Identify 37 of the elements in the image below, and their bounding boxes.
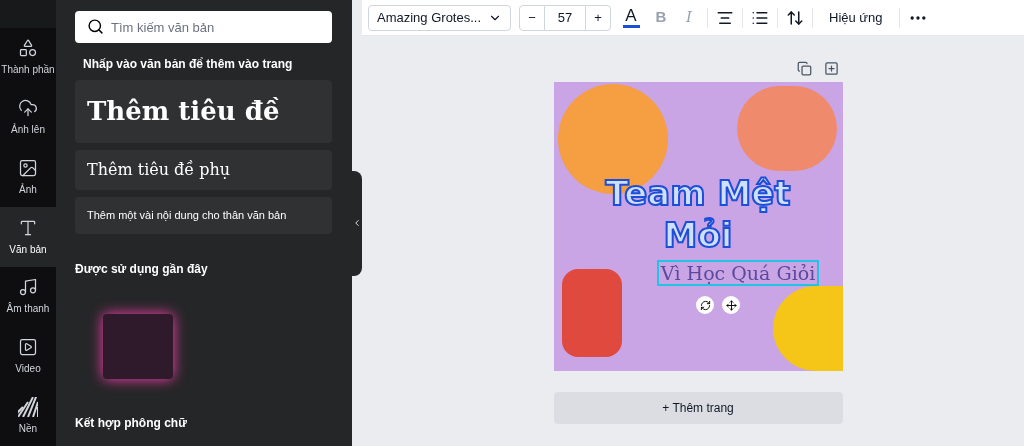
search-icon — [87, 18, 104, 35]
text-preset-button[interactable]: Thêm một vài nội dung cho thân văn bản — [75, 197, 332, 234]
font-size-field[interactable]: 57 — [545, 4, 585, 31]
rail-tab[interactable]: Văn bản — [0, 207, 56, 267]
decrease-button[interactable]: − — [519, 4, 545, 31]
section-heading: Kết hợp phông chữ — [75, 415, 188, 432]
section-heading: Được sử dụng gần đây — [75, 260, 209, 278]
add-page-icon[interactable] — [823, 61, 839, 76]
play-icon — [18, 336, 38, 357]
rail-tab[interactable]: Nền — [0, 386, 56, 446]
section-heading: Nhấp vào văn bản để thêm vào trang — [83, 56, 294, 73]
cloud-upload-icon — [18, 98, 38, 119]
effects-button[interactable]: Hiệu ứng — [821, 7, 891, 28]
rail-tab[interactable]: Ảnh lên — [0, 87, 56, 148]
chevron-left-icon — [352, 218, 362, 228]
add-page-button[interactable]: + Thêm trang — [553, 392, 843, 424]
image-icon — [18, 157, 38, 178]
shapes-icon — [18, 38, 38, 59]
collapse-handle[interactable] — [352, 170, 362, 276]
rail-tab[interactable]: Video — [0, 326, 56, 387]
increase-button[interactable]: + — [585, 4, 611, 31]
rail-tab[interactable]: Thành phần — [0, 28, 56, 88]
search-field[interactable]: Tìm kiếm văn bản — [75, 11, 332, 43]
text-color-button[interactable]: A — [619, 7, 643, 28]
rotate-icon — [699, 299, 711, 311]
music-note-icon — [18, 277, 38, 298]
move-handle[interactable] — [722, 296, 740, 314]
duplicate-page-icon[interactable] — [796, 61, 812, 76]
rail-tab[interactable]: Ảnh — [0, 147, 56, 208]
rotate-handle[interactable] — [696, 296, 714, 314]
hatch-icon — [18, 396, 38, 417]
text-preset-button[interactable]: Thêm tiêu đề phụ — [75, 150, 332, 190]
text-preset-button[interactable]: Thêm tiêu đề — [75, 80, 332, 143]
line-spacing-icon[interactable] — [786, 8, 804, 27]
rail-tab[interactable]: Âm thanh — [0, 266, 56, 327]
font-dropdown[interactable]: Amazing Grotes... — [368, 4, 511, 31]
move-icon — [725, 299, 737, 311]
